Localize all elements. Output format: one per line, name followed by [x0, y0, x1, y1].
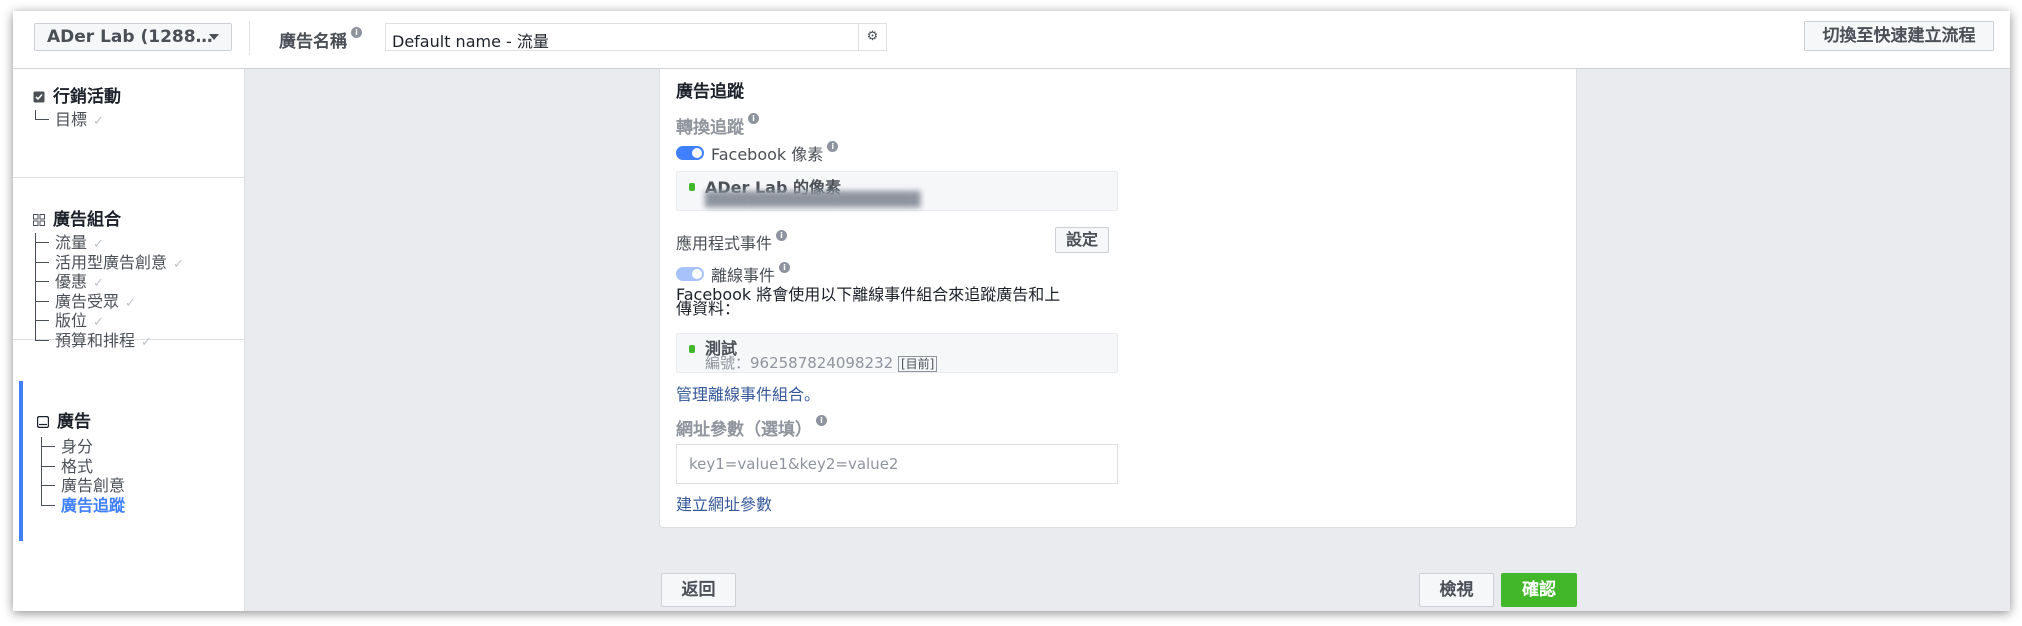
- sidebar-item-label: 活用型廣告創意: [55, 252, 168, 272]
- sidebar-item-dynamic-creative[interactable]: 活用型廣告創意 ✓: [35, 253, 184, 273]
- sidebar-section-ad: 廣告 身分 格式 廣告創意 廣告追蹤: [13, 381, 245, 541]
- sidebar-item-label: 流量: [55, 233, 88, 252]
- ads-manager-window: ADer Lab (1288… 廣告名稱 i Default name - 流量 …: [13, 11, 2010, 611]
- event-set-id-text: 編號：962587824098232: [705, 354, 894, 372]
- ad-name-value: Default name - 流量: [392, 32, 549, 51]
- app-events-label-text: 應用程式事件: [676, 234, 773, 253]
- check-icon: ✓: [141, 334, 152, 350]
- url-params-label-text: 網址參數（選填）: [676, 420, 812, 440]
- pixel-id-redacted: ████████████████████: [705, 192, 921, 208]
- info-icon[interactable]: i: [748, 113, 759, 124]
- sidebar-section-adset: 廣告組合 流量 ✓ 活用型廣告創意 ✓ 優惠 ✓ 廣告受眾 ✓ 版位 ✓ 預算和排程 ✓: [13, 178, 245, 350]
- account-selector[interactable]: ADer Lab (1288…: [34, 23, 232, 51]
- conversion-tracking-label: 轉換追蹤 i: [676, 113, 759, 138]
- sidebar-item-label: 優惠: [55, 272, 88, 291]
- url-params-input[interactable]: key1=value1&key2=value2: [676, 444, 1118, 484]
- offline-events-label: 離線事件 i: [711, 262, 791, 286]
- info-icon[interactable]: i: [779, 262, 791, 273]
- info-icon[interactable]: i: [816, 415, 827, 426]
- sidebar-item-label: 廣告受眾: [55, 291, 120, 311]
- sidebar-item-identity[interactable]: 身分: [41, 437, 125, 457]
- sidebar-item-label: 廣告追蹤: [61, 495, 126, 515]
- url-params-label: 網址參數（選填） i: [676, 415, 827, 440]
- grid-icon: [33, 214, 45, 226]
- divider: [249, 21, 250, 55]
- event-set-id: 編號：962587824098232 [目前]: [705, 352, 938, 373]
- gear-icon[interactable]: ⚙: [858, 24, 886, 50]
- sidebar-item-offer[interactable]: 優惠 ✓: [35, 272, 184, 292]
- sidebar-adset-title[interactable]: 廣告組合: [33, 205, 121, 230]
- current-tag: [目前]: [897, 356, 938, 372]
- ad-name-input[interactable]: Default name - 流量 ⚙: [385, 23, 887, 51]
- app-events-label: 應用程式事件 i: [676, 230, 788, 254]
- account-selector-label: ADer Lab (1288…: [47, 27, 213, 47]
- sidebar-item-creative[interactable]: 廣告創意: [41, 476, 125, 496]
- url-params-placeholder: key1=value1&key2=value2: [689, 455, 899, 473]
- sidebar-ad-tree: 身分 格式 廣告創意 廣告追蹤: [41, 437, 125, 515]
- app-events-settings-button[interactable]: 設定: [1055, 227, 1109, 253]
- ad-name-label: 廣告名稱 i: [279, 27, 362, 52]
- sidebar: 行銷活動 目標 ✓ 廣告組合 流量 ✓ 活用型廣告創意 ✓ 優惠 ✓ 廣告受眾 ✓ 版位 ✓…: [13, 69, 245, 611]
- build-url-params-link[interactable]: 建立網址參數: [676, 491, 772, 515]
- main-content: 廣告追蹤 轉換追蹤 i Facebook 像素 i ADer Lab 的像素 ███…: [245, 69, 2010, 611]
- pixel-toggle[interactable]: [676, 146, 704, 160]
- pixel-box: ADer Lab 的像素 ████████████████████: [676, 171, 1118, 211]
- sidebar-section-campaign: 行銷活動 目標 ✓: [13, 69, 245, 178]
- check-icon: ✓: [93, 237, 104, 252]
- offline-events-label-text: 離線事件: [711, 266, 776, 285]
- sidebar-item-label: 目標: [55, 110, 88, 129]
- active-section-indicator: [19, 381, 23, 541]
- sidebar-item-label: 版位: [55, 311, 88, 330]
- status-dot: [689, 183, 695, 191]
- sidebar-campaign-title-text: 行銷活動: [53, 87, 121, 107]
- status-dot: [689, 345, 695, 353]
- offline-events-description: Facebook 將會使用以下離線事件組合來追蹤廣告和上 傳資料：: [676, 287, 1060, 318]
- sidebar-adset-tree: 流量 ✓ 活用型廣告創意 ✓ 優惠 ✓ 廣告受眾 ✓ 版位 ✓ 預算和排程 ✓: [35, 233, 184, 350]
- check-icon: ✓: [93, 276, 104, 291]
- sidebar-item-placements[interactable]: 版位 ✓: [35, 311, 184, 331]
- sidebar-item-budget-schedule[interactable]: 預算和排程 ✓: [35, 331, 184, 351]
- switch-quick-creation-button[interactable]: 切換至快速建立流程: [1804, 21, 1994, 51]
- check-icon: ✓: [125, 295, 136, 311]
- sidebar-item-objective[interactable]: 目標 ✓: [35, 110, 104, 130]
- check-icon: ✓: [93, 114, 104, 129]
- info-icon[interactable]: i: [351, 27, 362, 38]
- ad-name-label-text: 廣告名稱: [279, 32, 347, 52]
- sidebar-item-label: 預算和排程: [55, 330, 136, 350]
- sidebar-ad-title[interactable]: 廣告: [37, 407, 91, 432]
- ad-icon: [37, 416, 49, 428]
- review-button[interactable]: 檢視: [1419, 573, 1494, 607]
- ad-tracking-card: 廣告追蹤 轉換追蹤 i Facebook 像素 i ADer Lab 的像素 ███…: [659, 69, 1577, 528]
- sidebar-adset-title-text: 廣告組合: [53, 210, 121, 230]
- info-icon[interactable]: i: [827, 141, 839, 152]
- sidebar-item-traffic[interactable]: 流量 ✓: [35, 233, 184, 253]
- back-button[interactable]: 返回: [661, 573, 736, 607]
- event-set-box: 測試 編號：962587824098232 [目前]: [676, 333, 1118, 373]
- sidebar-campaign-title[interactable]: 行銷活動: [33, 82, 121, 107]
- sidebar-item-tracking[interactable]: 廣告追蹤: [41, 496, 125, 516]
- sidebar-ad-title-text: 廣告: [57, 412, 91, 432]
- offline-desc-line2: 傳資料：: [676, 299, 741, 318]
- conversion-tracking-label-text: 轉換追蹤: [676, 118, 744, 138]
- card-heading: 廣告追蹤: [676, 82, 744, 102]
- top-bar: ADer Lab (1288… 廣告名稱 i Default name - 流量 …: [13, 11, 2010, 69]
- sidebar-item-label: 廣告創意: [61, 476, 126, 495]
- manage-offline-event-sets-link[interactable]: 管理離線事件組合。: [676, 381, 820, 405]
- sidebar-item-audience[interactable]: 廣告受眾 ✓: [35, 292, 184, 312]
- check-icon: ✓: [93, 315, 104, 330]
- confirm-button[interactable]: 確認: [1501, 573, 1577, 607]
- offline-events-toggle[interactable]: [676, 267, 704, 281]
- pixel-toggle-label: Facebook 像素 i: [711, 141, 839, 165]
- pixel-toggle-label-text: Facebook 像素: [711, 145, 824, 164]
- sidebar-item-label: 格式: [61, 456, 94, 476]
- info-icon[interactable]: i: [776, 230, 788, 241]
- check-icon: ✓: [173, 256, 184, 272]
- sidebar-item-label: 身分: [61, 437, 94, 456]
- sidebar-campaign-tree: 目標 ✓: [35, 110, 104, 130]
- caret-down-icon: [209, 34, 219, 40]
- checkbox-icon: [33, 91, 45, 103]
- sidebar-item-format[interactable]: 格式: [41, 457, 125, 477]
